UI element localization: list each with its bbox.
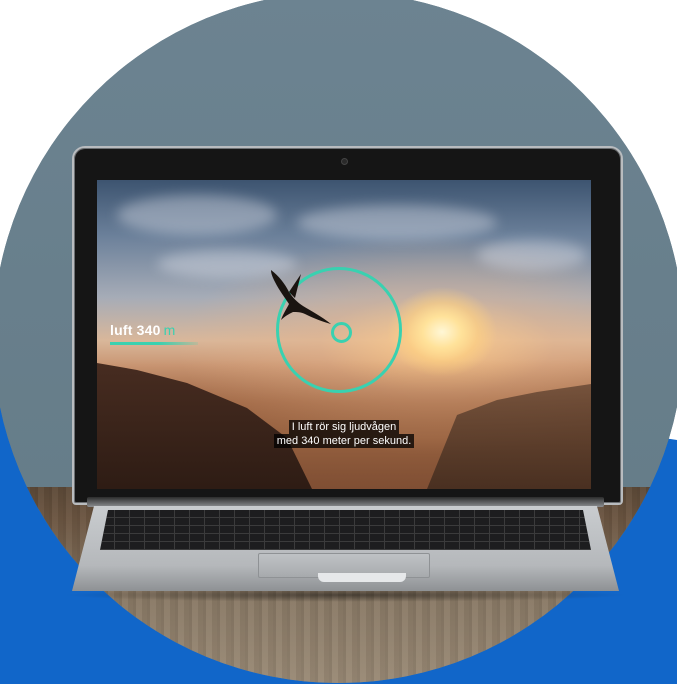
caption-line-2: med 340 meter per sekund. (273, 434, 415, 448)
subtitle-caption: I luft rör sig ljudvågen med 340 meter p… (97, 420, 591, 448)
webcam-icon (341, 158, 348, 165)
keyboard-keys (100, 510, 591, 550)
illustration: luft 340 m I luft rör sig ljudvågen med 3… (0, 0, 677, 684)
cloud (297, 205, 497, 240)
medium-speed-label: luft 340 m (110, 322, 176, 338)
medium-label: luft 340 (110, 322, 161, 338)
caption-line-1: I luft rör sig ljudvågen (288, 420, 400, 434)
bird-silhouette-icon (271, 270, 331, 324)
lid-opening-notch (318, 573, 406, 582)
cloud (117, 195, 277, 235)
speed-indicator-bar (110, 342, 198, 345)
laptop-hinge (87, 497, 604, 507)
cloud (477, 240, 587, 270)
medium-unit: m (163, 322, 176, 338)
laptop-screen: luft 340 m I luft rör sig ljudvågen med 3… (97, 180, 591, 489)
